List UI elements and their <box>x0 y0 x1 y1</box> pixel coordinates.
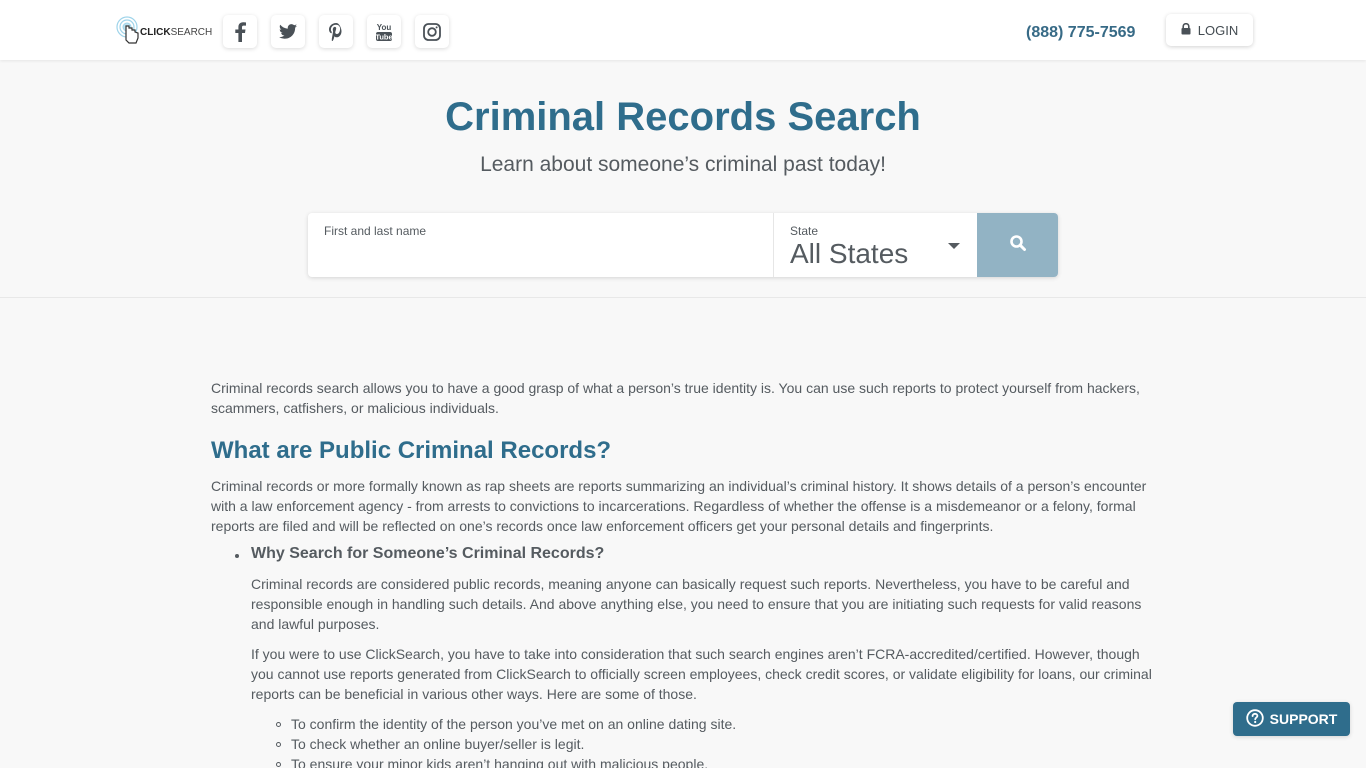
facebook-link[interactable] <box>223 15 257 48</box>
support-button[interactable]: SUPPORT <box>1233 702 1350 736</box>
facebook-icon <box>234 21 246 42</box>
circle-bullet-icon <box>276 762 281 767</box>
svg-text:Tube: Tube <box>375 32 392 41</box>
logo-text: CLICKSEARCH <box>140 26 213 38</box>
subsection-paragraph: Criminal records are considered public r… <box>251 576 1142 632</box>
list-item: Why Search for Someone’s Criminal Record… <box>211 544 1156 768</box>
circle-bullet-icon <box>276 742 281 747</box>
bullet-icon <box>235 554 239 558</box>
subsection-heading: Why Search for Someone’s Criminal Record… <box>251 545 605 562</box>
site-header: CLICKSEARCH You Tube (888) 775-7569 LOGI… <box>0 0 1366 60</box>
article-content: Criminal records search allows you to ha… <box>211 378 1156 768</box>
name-input[interactable] <box>324 241 754 271</box>
name-field-label: First and last name <box>324 224 427 238</box>
pinterest-icon <box>329 22 343 41</box>
twitter-link[interactable] <box>271 15 305 48</box>
state-select-label: State <box>790 224 819 238</box>
svg-text:You: You <box>377 23 392 32</box>
section-heading: What are Public Criminal Records? <box>211 437 612 464</box>
page-subtitle: Learn about someone’s criminal past toda… <box>480 153 886 176</box>
search-form: First and last name State All States <box>308 213 1058 277</box>
help-circle-icon <box>1245 708 1264 730</box>
twitter-icon <box>279 24 297 39</box>
search-button[interactable] <box>977 213 1058 277</box>
search-icon <box>1009 234 1027 257</box>
logo-hand-icon <box>116 16 142 46</box>
page-title: Criminal Records Search <box>445 95 921 139</box>
instagram-icon <box>423 22 441 41</box>
login-label: LOGIN <box>1197 22 1239 38</box>
reasons-list: To confirm the identity of the person yo… <box>251 714 1156 768</box>
pinterest-link[interactable] <box>319 15 353 48</box>
list-item: To check whether an online buyer/seller … <box>251 734 1156 754</box>
youtube-link[interactable]: You Tube <box>367 15 401 48</box>
name-field[interactable]: First and last name <box>308 213 774 277</box>
login-button[interactable]: LOGIN <box>1166 14 1253 46</box>
clicksearch-logo[interactable]: CLICKSEARCH <box>116 14 212 48</box>
hero-section: Criminal Records Search Learn about some… <box>0 60 1366 298</box>
state-select-value: All States <box>790 238 909 269</box>
state-select[interactable]: State All States <box>774 213 977 277</box>
section-paragraph: Criminal records or more formally known … <box>211 478 1147 534</box>
list-item: To confirm the identity of the person yo… <box>251 714 1156 734</box>
intro-paragraph: Criminal records search allows you to ha… <box>211 380 1140 416</box>
lock-icon <box>1181 22 1191 38</box>
youtube-icon: You Tube <box>375 22 393 42</box>
phone-number[interactable]: (888) 775-7569 <box>1026 24 1135 42</box>
circle-bullet-icon <box>276 722 281 727</box>
support-label: SUPPORT <box>1269 711 1338 727</box>
subsection-paragraph: If you were to use ClickSearch, you have… <box>251 646 1152 702</box>
list-item: To ensure your minor kids aren’t hanging… <box>251 754 1156 768</box>
bullet-list: Why Search for Someone’s Criminal Record… <box>211 544 1156 768</box>
instagram-link[interactable] <box>415 15 449 48</box>
chevron-down-icon <box>948 243 960 249</box>
